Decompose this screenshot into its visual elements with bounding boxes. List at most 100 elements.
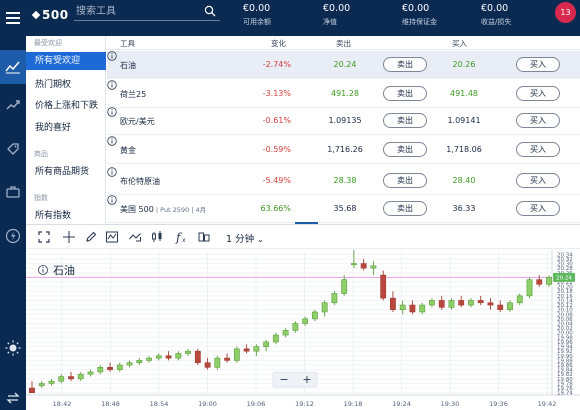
top-bar: 500 €0.00 可用余额 €0.00 净值 €0.00 维持保证金 €0.0… — [0, 0, 580, 36]
info-icon[interactable] — [107, 107, 117, 117]
sell-price: 28.38 — [333, 176, 357, 185]
candle-body — [477, 300, 484, 304]
sell-button[interactable]: 卖出 — [383, 142, 427, 157]
expand-icon[interactable] — [37, 230, 51, 244]
lightning-icon[interactable] — [3, 226, 23, 246]
function-icon[interactable]: fx — [174, 230, 188, 245]
x-axis-tick: 19:00 — [198, 400, 217, 408]
crosshair-icon[interactable] — [62, 230, 76, 244]
switch-arrows-icon[interactable] — [3, 388, 23, 408]
buy-button[interactable]: 买入 — [516, 113, 560, 128]
candle-body — [536, 279, 543, 285]
info-icon[interactable] — [107, 80, 117, 90]
change-value: -0.59% — [262, 145, 291, 154]
category-all-indices[interactable]: 所有指数 — [26, 207, 106, 225]
table-row[interactable]: 布伦特原油 -5.49% 28.38 卖出 28.40 买入 — [107, 167, 580, 195]
category-hot-options[interactable]: 热门期权 — [26, 76, 106, 94]
zoom-in-button[interactable]: + — [302, 373, 311, 386]
candle-body — [311, 311, 318, 320]
trade-arrows-icon[interactable] — [3, 95, 23, 115]
info-icon[interactable] — [107, 51, 117, 61]
instrument-name: 美国 500 | Put 2590 | 4月 — [120, 204, 206, 215]
buy-button[interactable]: 买入 — [516, 57, 560, 72]
theme-sun-icon[interactable] — [3, 338, 23, 358]
candle-body — [302, 318, 309, 324]
stat-label: 净值 — [323, 18, 337, 26]
candle-body — [155, 355, 162, 359]
briefcase-icon[interactable] — [3, 182, 23, 202]
candle-body — [429, 300, 435, 306]
candle-body — [272, 334, 279, 343]
sell-price: 1,716.26 — [327, 145, 363, 154]
candle-body — [214, 357, 221, 368]
header-tool: 工具 — [120, 39, 135, 48]
stat-label: 维持保证金 — [402, 18, 437, 26]
table-header: 工具 变化 卖出 买入 — [107, 36, 580, 50]
avatar[interactable]: 13 — [555, 2, 576, 23]
pencil-icon[interactable] — [84, 230, 98, 244]
change-value: 63.66% — [260, 204, 291, 213]
category-favorites[interactable]: 我的喜好 — [26, 119, 106, 137]
table-row[interactable]: 石油 -2.74% 20.24 卖出 20.26 买入 — [107, 51, 580, 79]
stat-label: 收益/损失 — [481, 18, 512, 26]
search-input[interactable] — [76, 4, 196, 19]
candle-body — [175, 353, 182, 359]
info-icon[interactable] — [107, 167, 117, 177]
instrument-name-text: 荷兰25 — [120, 90, 147, 99]
search-box[interactable] — [74, 2, 220, 21]
stat-value: €0.00 — [243, 3, 271, 14]
timeframe-selector[interactable]: 1 分钟 ⌄ — [226, 231, 264, 245]
table-row[interactable]: 黄金 -0.59% 1,716.26 卖出 1,718.06 买入 — [107, 136, 580, 164]
buy-button[interactable]: 买入 — [516, 86, 560, 101]
tag-icon[interactable] — [3, 139, 23, 159]
candles-icon[interactable] — [150, 230, 164, 244]
category-all-commodities[interactable]: 所有商品期货 — [26, 163, 106, 181]
y-axis-tick: 19.74 — [557, 391, 573, 397]
brand-logo[interactable]: 500 — [31, 8, 69, 22]
info-icon[interactable] — [107, 136, 117, 146]
table-row[interactable]: 欧元/美元 -0.61% 1.09135 卖出 1.09141 买入 — [107, 107, 580, 135]
buy-button[interactable]: 买入 — [516, 173, 560, 188]
sell-button[interactable]: 卖出 — [383, 86, 427, 101]
sell-button[interactable]: 卖出 — [383, 113, 427, 128]
candle-body — [194, 350, 201, 364]
stat-maintenance-margin: €0.00 维持保证金 — [402, 3, 437, 27]
info-icon[interactable] — [107, 195, 117, 205]
category-movers[interactable]: 价格上涨和下跌 — [26, 97, 106, 115]
search-icon[interactable] — [204, 5, 216, 17]
instrument-name: 荷兰25 — [120, 89, 146, 100]
instrument-name: 石油 — [120, 60, 136, 71]
buy-button[interactable]: 买入 — [516, 201, 560, 216]
sell-button[interactable]: 卖出 — [383, 173, 427, 188]
trend-icon[interactable] — [128, 230, 142, 244]
chart-panel: fx 1 分钟 ⌄ 20.3420.3220.3020.2820.2620.24… — [26, 224, 580, 410]
buy-price: 36.33 — [452, 204, 476, 213]
line-chart-icon[interactable] — [105, 230, 119, 244]
zoom-out-button[interactable]: − — [279, 373, 288, 386]
table-row[interactable]: 荷兰25 -3.13% 491.28 卖出 491.48 买入 — [107, 80, 580, 108]
category-panel: 最受欢迎 所有受欢迎 热门期权 价格上涨和下跌 我的喜好 商品 所有商品期货 指… — [26, 36, 106, 224]
candle-body — [370, 265, 377, 269]
table-row[interactable]: 美国 500 | Put 2590 | 4月 63.66% 35.68 卖出 36.33… — [107, 195, 580, 223]
candle-body — [351, 263, 357, 266]
change-value: -3.13% — [262, 89, 291, 98]
buy-button[interactable]: 买入 — [516, 142, 560, 157]
category-group-indices: 指数 — [34, 194, 48, 202]
candle-body — [331, 293, 338, 304]
sell-price: 35.68 — [333, 204, 357, 213]
sell-button[interactable]: 卖出 — [383, 201, 427, 216]
price-chart[interactable]: 20.3420.3220.3020.2820.2620.2420.2220.20… — [26, 250, 580, 410]
instrument-name-text: 布伦特原油 — [120, 177, 160, 186]
stat-equity: €0.00 净值 — [323, 3, 350, 27]
instrument-name-text: 石油 — [120, 61, 136, 70]
header-sell: 卖出 — [336, 39, 351, 48]
category-all-popular[interactable]: 所有受欢迎 — [26, 52, 106, 70]
compare-icon[interactable] — [197, 230, 211, 244]
candle-body — [38, 383, 45, 387]
sell-button[interactable]: 卖出 — [383, 57, 427, 72]
app-root: 500 €0.00 可用余额 €0.00 净值 €0.00 维持保证金 €0.0… — [0, 0, 580, 410]
chevron-down-icon: ⌄ — [257, 235, 264, 244]
menu-icon[interactable] — [6, 12, 20, 24]
chart-line-icon[interactable] — [3, 57, 23, 77]
candle-body — [409, 304, 416, 313]
